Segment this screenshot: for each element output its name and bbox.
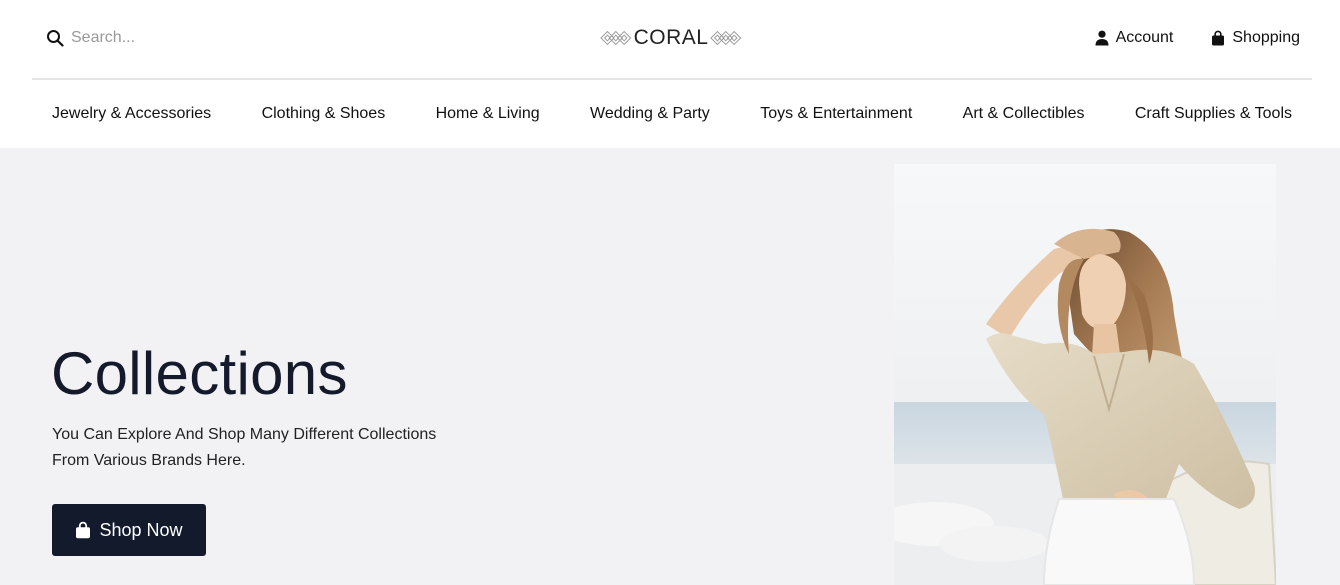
shop-now-label: Shop Now bbox=[99, 519, 183, 540]
hero-subtitle: You Can Explore And Shop Many Different … bbox=[52, 422, 472, 474]
hero-title: Collections bbox=[51, 340, 348, 407]
nav-item-home-living[interactable]: Home & Living bbox=[436, 105, 540, 123]
diamond-pattern-icon bbox=[710, 30, 742, 46]
diamond-pattern-icon bbox=[600, 30, 632, 46]
hero-image bbox=[894, 164, 1276, 585]
site-header: CORAL Account Shopping bbox=[0, 0, 1340, 78]
search-bar[interactable] bbox=[46, 26, 286, 50]
nav-item-clothing-shoes[interactable]: Clothing & Shoes bbox=[262, 105, 386, 123]
woman-in-beige-blouse-photo bbox=[894, 164, 1276, 585]
shopping-bag-icon bbox=[1212, 30, 1225, 46]
nav-item-craft-supplies-tools[interactable]: Craft Supplies & Tools bbox=[1135, 105, 1292, 123]
shopping-link[interactable]: Shopping bbox=[1211, 29, 1300, 47]
account-label: Account bbox=[1115, 29, 1174, 46]
shopping-bag-icon bbox=[76, 521, 91, 539]
account-link[interactable]: Account bbox=[1095, 29, 1174, 47]
header-actions: Account Shopping bbox=[1095, 26, 1300, 50]
search-icon[interactable] bbox=[46, 29, 64, 47]
nav-item-jewelry-accessories[interactable]: Jewelry & Accessories bbox=[52, 105, 211, 123]
shopping-label: Shopping bbox=[1232, 29, 1300, 46]
user-icon bbox=[1095, 30, 1109, 46]
nav-item-toys-entertainment[interactable]: Toys & Entertainment bbox=[760, 105, 912, 123]
hero-banner: Collections You Can Explore And Shop Man… bbox=[0, 148, 1340, 585]
search-input[interactable] bbox=[71, 29, 271, 47]
shop-now-button[interactable]: Shop Now bbox=[52, 504, 206, 556]
hero-subtitle-line: You Can Explore And Shop Many Different … bbox=[52, 426, 437, 443]
nav-item-art-collectibles[interactable]: Art & Collectibles bbox=[963, 105, 1085, 123]
logo-text: CORAL bbox=[633, 26, 709, 49]
hero-subtitle-line: From Various Brands Here. bbox=[52, 452, 246, 469]
nav-item-wedding-party[interactable]: Wedding & Party bbox=[590, 105, 710, 123]
brand-logo[interactable]: CORAL bbox=[600, 23, 742, 53]
category-nav: Jewelry & Accessories Clothing & Shoes H… bbox=[0, 80, 1340, 148]
